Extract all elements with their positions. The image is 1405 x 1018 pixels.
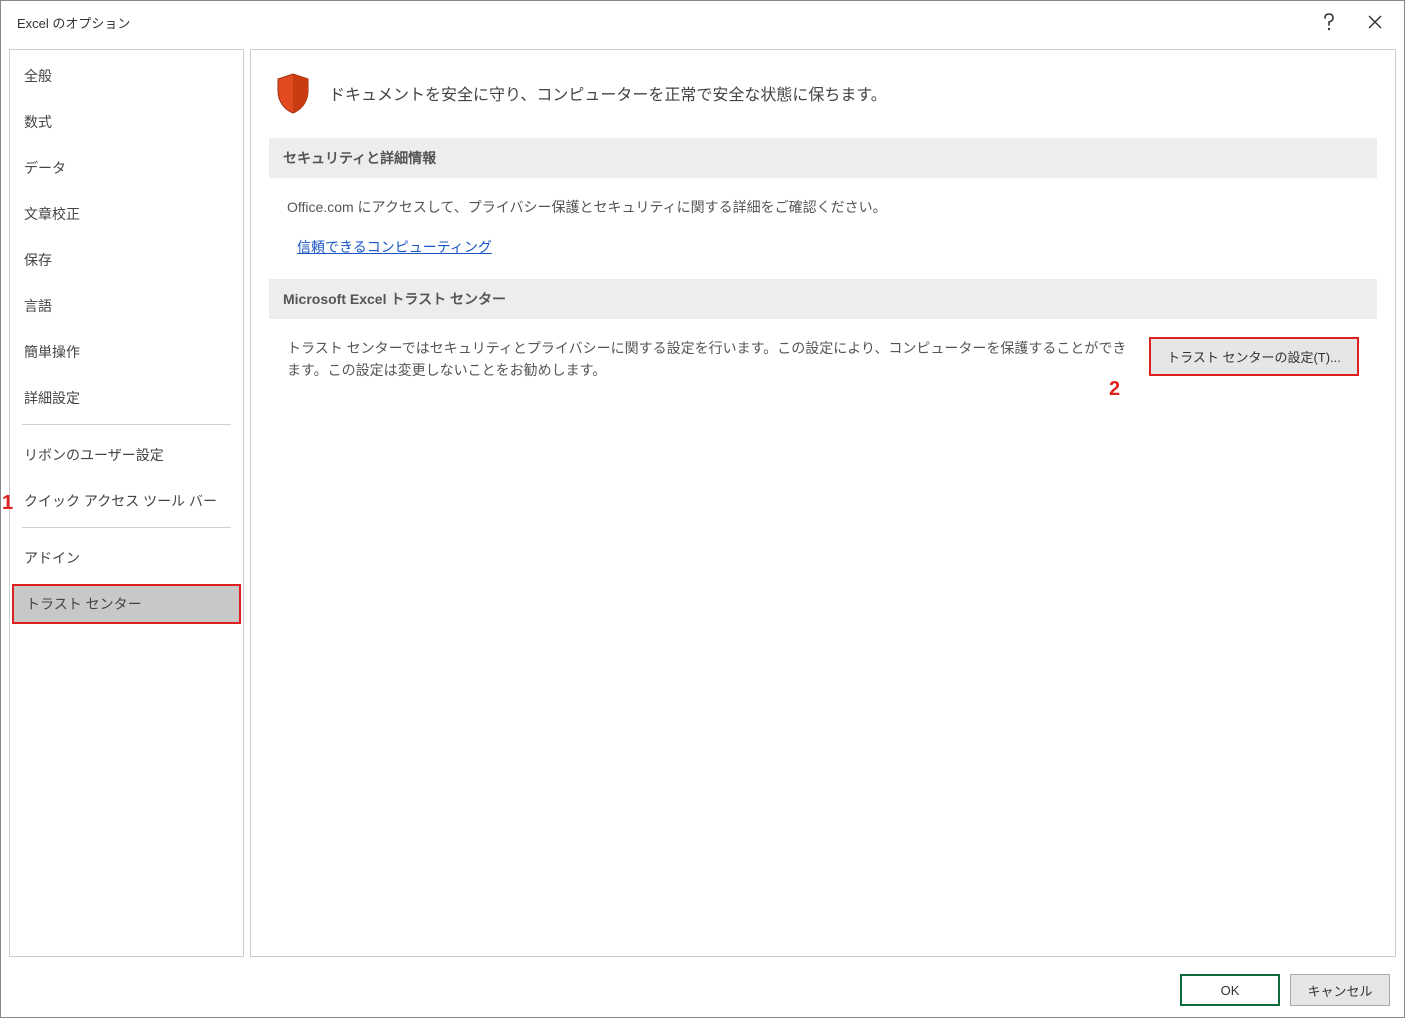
sidebar-item-save[interactable]: 保存 [10,240,243,280]
sidebar-item-customize-ribbon[interactable]: リボンのユーザー設定 [10,435,243,475]
section-body-trust-center: トラスト センターではセキュリティとプライバシーに関する設定を行います。この設定… [269,333,1377,402]
sidebar-item-label: 詳細設定 [24,390,80,406]
close-icon [1368,15,1382,29]
sidebar-item-label: クイック アクセス ツール バー [24,493,217,509]
sidebar-item-label: リボンのユーザー設定 [24,447,164,463]
sidebar-item-trust-center[interactable]: トラスト センター [12,584,241,624]
sidebar-item-label: トラスト センター [26,596,142,612]
sidebar-separator [22,424,231,425]
sidebar-item-advanced[interactable]: 詳細設定 [10,378,243,418]
close-button[interactable] [1352,6,1398,38]
dialog-title: Excel のオプション [17,13,1306,32]
hero-text: ドキュメントを安全に守り、コンピューターを正常で安全な状態に保ちます。 [329,81,887,105]
trusted-computing-link[interactable]: 信頼できるコンピューティング [297,236,492,258]
sidebar-item-formulas[interactable]: 数式 [10,102,243,142]
sidebar-item-label: アドイン [24,550,80,566]
sidebar-item-general[interactable]: 全般 [10,56,243,96]
ok-button[interactable]: OK [1180,974,1280,1006]
sidebar-item-language[interactable]: 言語 [10,286,243,326]
hero: ドキュメントを安全に守り、コンピューターを正常で安全な状態に保ちます。 [269,68,1377,138]
trust-center-settings-button[interactable]: トラスト センターの設定(T)... [1149,337,1359,376]
sidebar-item-data[interactable]: データ [10,148,243,188]
sidebar-item-ease-of-access[interactable]: 簡単操作 [10,332,243,372]
sidebar: 全般 数式 データ 文章校正 保存 言語 簡単操作 詳細設定 リボンのユーザー設… [9,49,244,957]
titlebar: Excel のオプション [1,1,1404,43]
sidebar-item-label: 数式 [24,114,52,130]
annotation-1: 1 [2,492,13,515]
shield-icon [275,72,311,114]
sidebar-item-label: 言語 [24,298,52,314]
sidebar-item-label: 簡単操作 [24,344,80,360]
sidebar-item-quick-access-toolbar[interactable]: クイック アクセス ツール バー [10,481,243,521]
annotation-2: 2 [1109,378,1120,401]
section-header-security: セキュリティと詳細情報 [269,138,1377,178]
trust-center-row: トラスト センターではセキュリティとプライバシーに関する設定を行います。この設定… [287,337,1359,382]
sidebar-item-label: 保存 [24,252,52,268]
sidebar-item-proofing[interactable]: 文章校正 [10,194,243,234]
dialog-footer: OK キャンセル [1,963,1404,1017]
content-pane: ドキュメントを安全に守り、コンピューターを正常で安全な状態に保ちます。 セキュリ… [250,49,1396,957]
section-header-trust-center: Microsoft Excel トラスト センター [269,279,1377,319]
sidebar-item-label: 全般 [24,68,52,84]
cancel-button[interactable]: キャンセル [1290,974,1390,1006]
sidebar-item-addins[interactable]: アドイン [10,538,243,578]
dialog-body: 全般 数式 データ 文章校正 保存 言語 簡単操作 詳細設定 リボンのユーザー設… [1,43,1404,963]
security-desc: Office.com にアクセスして、プライバシー保護とセキュリティに関する詳細… [287,196,1359,218]
trust-center-desc: トラスト センターではセキュリティとプライバシーに関する設定を行います。この設定… [287,337,1137,382]
sidebar-separator [22,527,231,528]
sidebar-item-label: 文章校正 [24,206,80,222]
help-icon [1322,13,1336,31]
help-button[interactable] [1306,6,1352,38]
excel-options-dialog: Excel のオプション 全般 数式 データ 文章校正 保存 [0,0,1405,1018]
sidebar-item-label: データ [24,160,66,176]
section-body-security: Office.com にアクセスして、プライバシー保護とセキュリティに関する詳細… [269,192,1377,279]
